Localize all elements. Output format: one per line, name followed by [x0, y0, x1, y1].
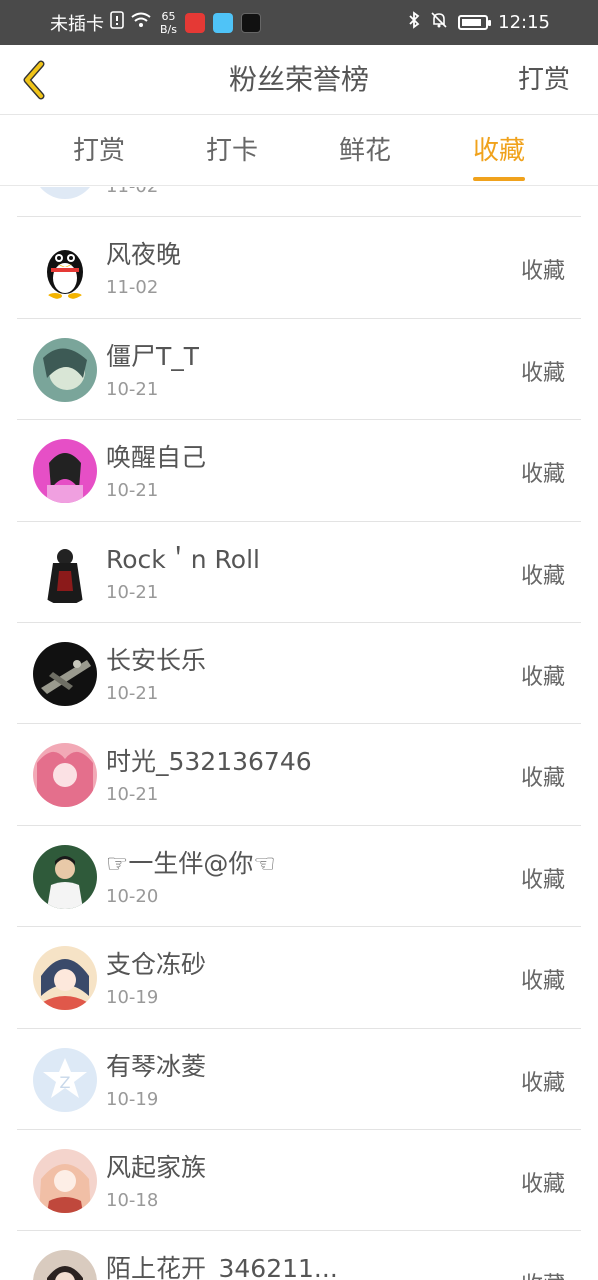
action-label: 收藏	[520, 969, 565, 995]
svg-text:Z: Z	[60, 1073, 71, 1092]
list-item[interactable]: 僵尸T_T 10-21 收藏	[17, 319, 581, 421]
sim-icon	[110, 11, 124, 34]
user-name: ☞一生伴@你☜	[106, 848, 276, 878]
item-date: 10-19	[106, 1088, 159, 1110]
wifi-icon	[130, 11, 152, 34]
action-label: 收藏	[520, 867, 565, 893]
avatar	[33, 743, 97, 808]
action-label: 收藏	[520, 360, 565, 386]
action-label: 收藏	[520, 664, 565, 690]
user-name: 时光_532136746	[106, 747, 312, 777]
action-label: 收藏	[520, 563, 565, 589]
tab-bar: 打赏 打卡 鲜花 收藏	[0, 116, 598, 186]
item-date: 10-21	[106, 480, 159, 502]
avatar	[33, 946, 97, 1011]
app-icon-1	[184, 12, 205, 33]
bluetooth-icon	[408, 11, 420, 34]
avatar	[33, 641, 97, 706]
list-item[interactable]: 长安长乐 10-21 收藏	[17, 623, 581, 725]
item-date: 10-19	[106, 987, 159, 1009]
fan-list[interactable]: 11-02 风夜晚 11-02 收藏 僵尸T_T 10-21 收藏 唤醒自己 1…	[0, 187, 598, 1280]
mute-icon	[430, 11, 448, 34]
status-left: 未插卡 65 B/s	[50, 0, 261, 45]
user-name: 支仓冻砂	[106, 950, 207, 980]
tab-label: 打赏	[72, 136, 125, 166]
avatar: Z	[33, 1047, 97, 1112]
user-name: 唤醒自己	[106, 443, 207, 473]
avatar	[33, 236, 97, 301]
item-date: 10-18	[106, 1189, 159, 1211]
avatar	[33, 1148, 97, 1213]
action-label: 收藏	[520, 766, 565, 792]
user-name: 风夜晚	[106, 240, 182, 270]
user-name: 陌上花开_346211...	[106, 1254, 338, 1280]
battery-icon	[458, 15, 492, 30]
reward-button[interactable]: 打赏	[518, 45, 570, 115]
carrier-text: 未插卡	[50, 13, 104, 35]
action-label: 收藏	[520, 462, 565, 488]
net-speed-unit: B/s	[160, 22, 177, 36]
app-icon-2	[212, 12, 233, 33]
avatar	[33, 540, 97, 605]
avatar	[33, 439, 97, 504]
action-label: 收藏	[520, 1070, 565, 1096]
status-right: 12:15	[408, 0, 550, 45]
list-item[interactable]: 风夜晚 11-02 收藏	[17, 217, 581, 319]
tab-label: 收藏	[472, 136, 525, 166]
list-item[interactable]: 陌上花开_346211... 收藏	[17, 1231, 581, 1280]
battery-fill	[462, 19, 482, 26]
tab-flowers[interactable]: 鲜花	[299, 116, 431, 186]
status-bar: 未插卡 65 B/s 12:15	[0, 0, 598, 45]
action-label: 收藏	[520, 1171, 565, 1197]
item-date: 10-21	[106, 682, 159, 704]
list-item[interactable]: 唤醒自己 10-21 收藏	[17, 420, 581, 522]
tiktok-icon	[240, 12, 261, 33]
item-date: 10-21	[106, 784, 159, 806]
list-item[interactable]: ☞一生伴@你☜ 10-20 收藏	[17, 826, 581, 928]
avatar	[33, 337, 97, 402]
tab-checkin[interactable]: 打卡	[166, 116, 298, 186]
action-label: 收藏	[521, 1267, 565, 1280]
item-date: 10-21	[106, 378, 159, 400]
item-date: 10-21	[106, 581, 159, 603]
action-label: 收藏	[520, 259, 565, 285]
net-speed: 65 B/s	[160, 10, 177, 36]
user-name: 风起家族	[106, 1152, 207, 1182]
list-item[interactable]: Rock＇n Roll 10-21 收藏	[17, 522, 581, 623]
user-name: Rock＇n Roll	[106, 544, 260, 574]
user-name: 僵尸T_T	[106, 341, 200, 371]
list-item[interactable]: 11-02	[17, 187, 581, 218]
tab-label: 鲜花	[338, 136, 391, 166]
user-name: 有琴冰菱	[106, 1051, 207, 1081]
item-date: 10-20	[106, 885, 159, 907]
avatar	[33, 1250, 97, 1280]
tab-reward[interactable]: 打赏	[33, 116, 165, 186]
page-title: 粉丝荣誉榜	[228, 63, 369, 96]
net-speed-value: 65	[161, 9, 176, 23]
list-item[interactable]: Z 有琴冰菱 10-19 收藏	[17, 1029, 581, 1130]
tab-favorites[interactable]: 收藏	[433, 116, 565, 186]
tab-label: 打卡	[205, 136, 258, 166]
user-name: 长安长乐	[106, 645, 207, 675]
active-tab-indicator	[473, 177, 525, 181]
list-item[interactable]: 风起家族 10-18 收藏	[17, 1130, 581, 1232]
clock-text: 12:15	[498, 12, 550, 33]
fan-list-inner: 11-02 风夜晚 11-02 收藏 僵尸T_T 10-21 收藏 唤醒自己 1…	[0, 187, 598, 1280]
item-date: 11-02	[106, 187, 158, 197]
list-item[interactable]: 时光_532136746 10-21 收藏	[17, 724, 581, 826]
header: 粉丝荣誉榜 打赏	[0, 45, 598, 115]
list-item[interactable]: 支仓冻砂 10-19 收藏	[17, 927, 581, 1029]
avatar	[33, 187, 97, 199]
item-date: 11-02	[106, 277, 159, 299]
avatar	[33, 844, 97, 909]
